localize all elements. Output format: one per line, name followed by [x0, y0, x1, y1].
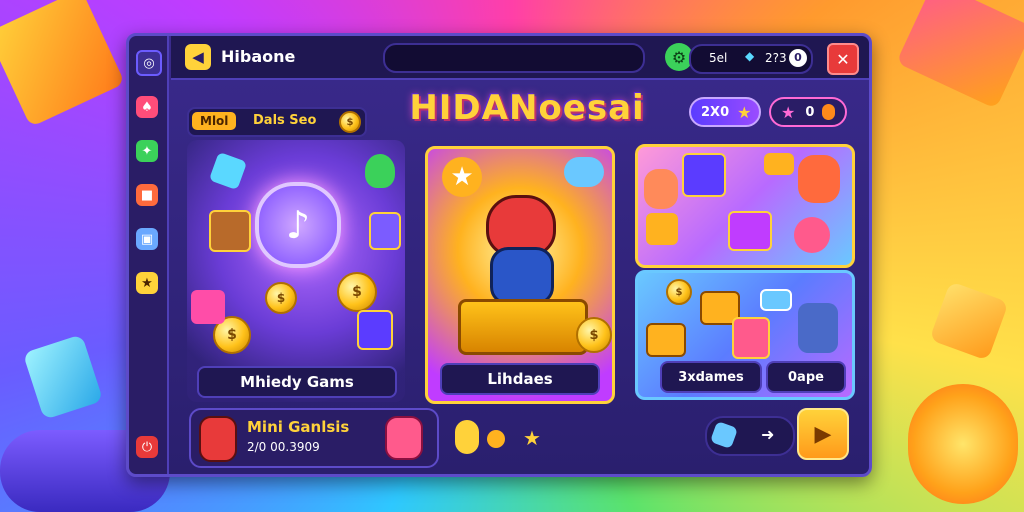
pedestal [458, 299, 588, 355]
character-avatar [385, 416, 423, 460]
capsule-icon [760, 289, 792, 311]
card-icon [369, 212, 401, 250]
character-avatar [644, 169, 678, 209]
coin-icon: $ [339, 111, 361, 133]
stats-badge: 0 [789, 49, 807, 67]
music-portal-icon: ♪ [255, 182, 341, 268]
chip-tag: Mlol [192, 112, 237, 130]
close-button[interactable]: ✕ [827, 43, 859, 75]
star-icon: ★ [523, 426, 541, 450]
crate-icon [682, 153, 726, 197]
fox-body [490, 247, 554, 305]
character-avatar [798, 155, 840, 203]
robot-character [798, 303, 838, 353]
game-title: HIDANoesai [409, 88, 645, 128]
bg-block-right [929, 281, 1009, 361]
panel-label: 3xdames [660, 361, 762, 393]
diamond-icon: ◆ [745, 49, 755, 63]
currency-value: 2X0 [701, 104, 730, 120]
sidebar-gift-icon[interactable]: ■ [136, 184, 158, 206]
character-avatar [199, 416, 237, 462]
bg-gem-left [22, 334, 104, 420]
gem-action-pill[interactable]: ➜ [705, 416, 795, 456]
panel-label: Mhiedy Gams [197, 366, 397, 398]
promo-title: Mini Ganlsis [247, 418, 350, 436]
gem-icon [365, 154, 395, 188]
search-bar[interactable] [383, 43, 645, 73]
currency-pill-gems[interactable]: ★ 0 [769, 97, 847, 127]
currency-value: 0 [805, 104, 815, 120]
stats-count: 2?3 [765, 51, 787, 65]
box-icon [191, 290, 225, 324]
panel-characters[interactable] [635, 144, 855, 268]
coin-icon: $ [337, 272, 377, 312]
coin-icon: $ [265, 282, 297, 314]
arrow-icon: ➜ [761, 425, 775, 444]
play-button[interactable]: ▶ [797, 408, 849, 460]
moon-icon [487, 430, 505, 448]
mini-games-promo[interactable]: Mini Ganlsis 2/0 00.3909 [189, 408, 439, 468]
gem-icon [208, 151, 248, 191]
top-bar: ◀ Hibaone ⚙ 5el ◆ 2?3 0 ✕ [171, 36, 869, 80]
panel-mhiedy-games[interactable]: ♪ $ $ $ Mhiedy Gams [187, 140, 405, 402]
fruit-icon [455, 420, 479, 454]
sidebar: ◎ ♠ ✦ ■ ▣ ★ ⏻ [129, 36, 169, 474]
chest-icon [764, 153, 794, 175]
gem-icon [709, 420, 739, 450]
bg-candy-topleft [0, 0, 126, 128]
chip-text: Dals Seo [253, 113, 317, 128]
box-icon [646, 213, 678, 245]
block-icon [646, 323, 686, 357]
sidebar-frog-icon[interactable]: ✦ [136, 140, 158, 162]
game-launcher-window: ◎ ♠ ✦ ■ ▣ ★ ⏻ ◀ Hibaone ⚙ 5el ◆ 2?3 0 ✕ … [126, 33, 872, 477]
brand-name: Hibaone [221, 47, 296, 66]
mini-chip-bar[interactable]: Mlol Dals Seo $ [187, 107, 367, 137]
sidebar-box-icon[interactable]: ▣ [136, 228, 158, 250]
panel-label: 0ape [766, 361, 846, 393]
card-icon [357, 310, 393, 350]
sidebar-trophy-icon[interactable]: ★ [136, 272, 158, 294]
ball-icon [794, 217, 830, 253]
sidebar-home-icon[interactable]: ◎ [136, 50, 162, 76]
star-icon: ★ [737, 102, 752, 122]
sidebar-power-icon[interactable]: ⏻ [136, 436, 158, 458]
bg-candy-topright [896, 0, 1024, 110]
star-icon: ★ [442, 157, 482, 197]
brand-logo-icon[interactable]: ◀ [185, 44, 211, 70]
cloud-icon [564, 157, 604, 187]
currency-pill-stars[interactable]: 2X0 ★ [689, 97, 761, 127]
fox-character [472, 195, 568, 305]
card-icon [732, 317, 770, 359]
sidebar-bag-icon[interactable]: ♠ [136, 96, 158, 118]
star-icon: ★ [781, 102, 796, 122]
coin-icon: $ [576, 317, 612, 353]
stats-text: 5el [709, 51, 728, 65]
bg-flower-bottomright [908, 384, 1018, 504]
chest-icon [728, 211, 772, 251]
coin-icon [822, 104, 835, 120]
coin-icon: $ [666, 279, 692, 305]
promo-subtitle: 2/0 00.3909 [247, 440, 320, 454]
panel-3xdames[interactable]: $ 3xdames 0ape [635, 270, 855, 400]
panel-label: Lihdaes [440, 363, 600, 395]
chest-icon [209, 210, 251, 252]
stats-pill: 5el ◆ 2?3 0 [689, 44, 813, 74]
panel-lihdaes[interactable]: ★ $ Lihdaes [425, 146, 615, 404]
